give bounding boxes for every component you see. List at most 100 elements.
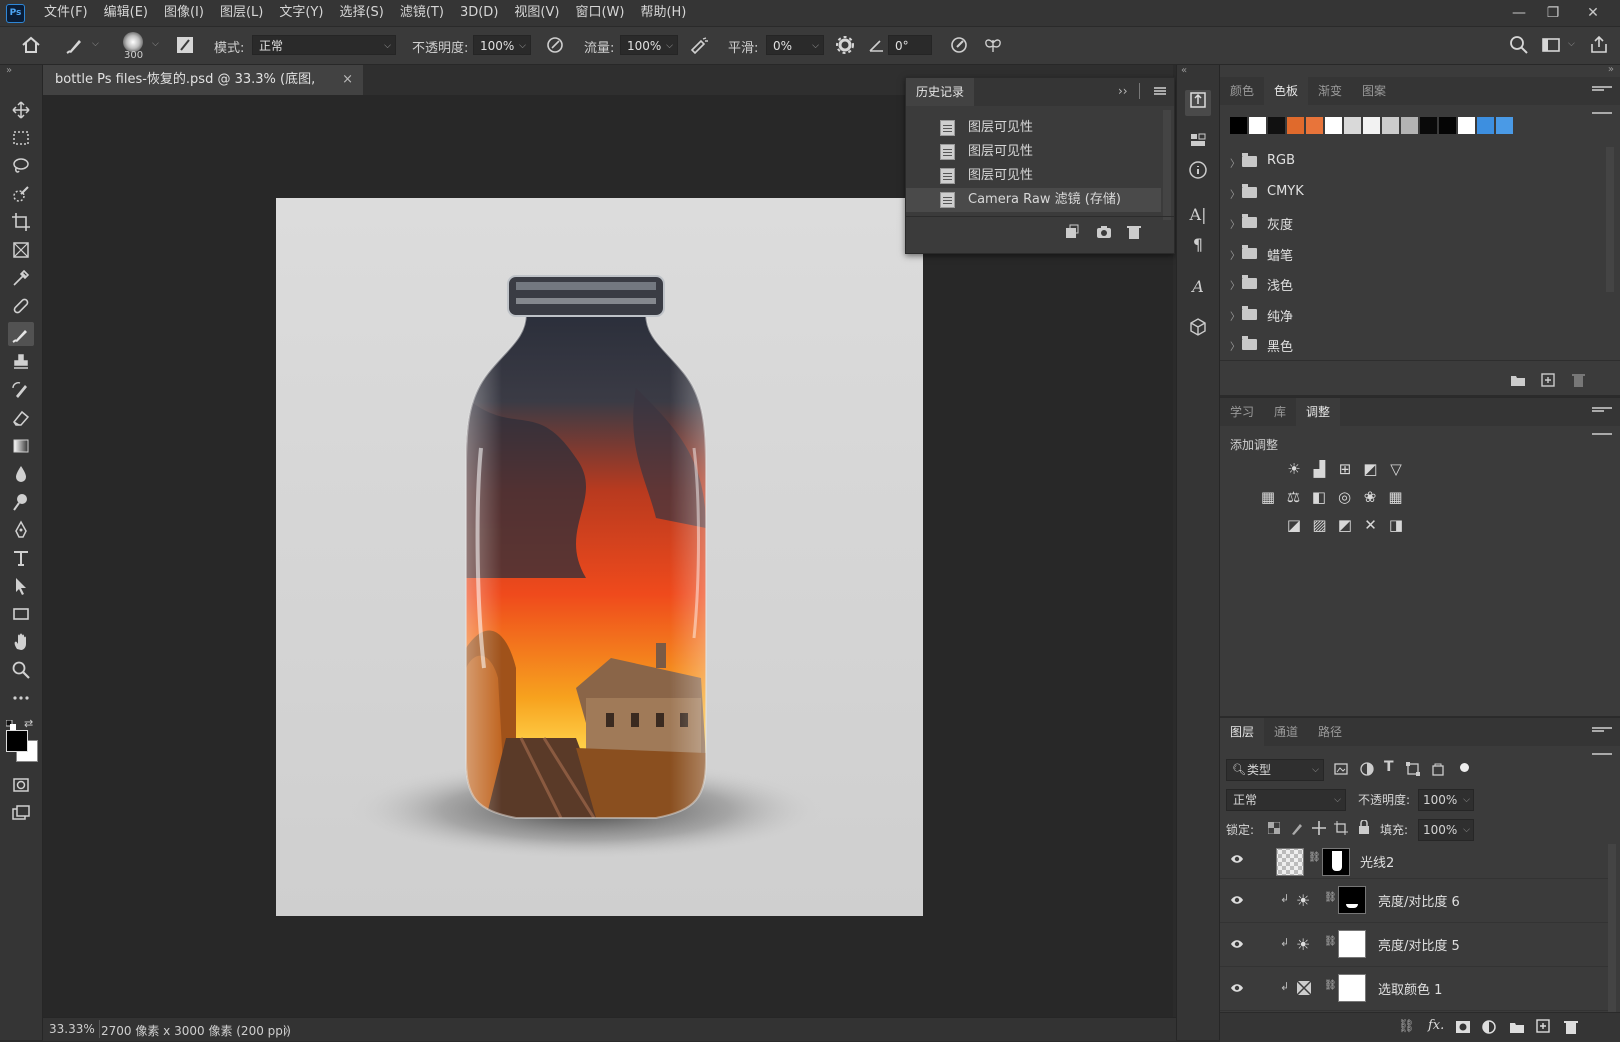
home-icon[interactable] — [20, 34, 42, 56]
new-swatch-icon[interactable] — [1540, 372, 1556, 388]
gear-icon[interactable] — [834, 34, 856, 56]
menu-filter[interactable]: 滤镜(T) — [392, 0, 452, 26]
color-swatch[interactable] — [1477, 117, 1494, 134]
color-swatch[interactable] — [1325, 117, 1342, 134]
menu-window[interactable]: 窗口(W) — [567, 0, 632, 26]
color-swatch[interactable] — [1230, 117, 1247, 134]
visibility-eye-icon[interactable] — [1230, 937, 1244, 951]
swap-colors-icon[interactable]: ⇄ — [24, 717, 33, 730]
path-selection-tool-icon[interactable] — [8, 574, 34, 598]
layer-mask-thumbnail[interactable] — [1338, 974, 1366, 1002]
selective-color-icon[interactable]: ✕ — [1362, 516, 1380, 534]
rectangle-tool-icon[interactable] — [8, 602, 34, 626]
new-layer-icon[interactable] — [1536, 1019, 1550, 1033]
tab-patterns[interactable]: 图案 — [1352, 77, 1396, 105]
new-document-from-state-icon[interactable] — [1064, 224, 1080, 240]
layer-name[interactable]: 亮度/对比度 6 — [1378, 891, 1460, 910]
color-swatch[interactable] — [1420, 117, 1437, 134]
vibrance-icon[interactable]: ▽ — [1387, 460, 1405, 478]
selective-color-icon[interactable] — [1296, 980, 1312, 996]
filter-type-icon[interactable]: T — [1384, 759, 1394, 775]
filter-adjustment-icon[interactable] — [1360, 762, 1374, 776]
layer-name[interactable]: 选取颜色 1 — [1378, 979, 1442, 998]
menu-edit[interactable]: 编辑(E) — [96, 0, 156, 26]
glyphs-panel-icon[interactable]: A — [1185, 274, 1211, 300]
move-tool-icon[interactable] — [8, 98, 34, 122]
trash-icon[interactable] — [1126, 224, 1142, 240]
curves-icon[interactable]: ⊞ — [1336, 460, 1354, 478]
color-swatch[interactable] — [1382, 117, 1399, 134]
3d-cube-icon[interactable] — [1185, 317, 1211, 343]
photo-filter-icon[interactable]: ◎ — [1336, 488, 1354, 506]
screen-mode-icon[interactable] — [8, 801, 34, 825]
lock-position-icon[interactable] — [1312, 821, 1326, 835]
lock-all-icon[interactable] — [1358, 819, 1370, 834]
new-adjustment-layer-icon[interactable] — [1482, 1020, 1496, 1034]
chevron-down-icon[interactable]: ⌵ — [92, 39, 99, 49]
color-swatch[interactable] — [1496, 117, 1513, 134]
panel-menu-icon[interactable] — [1592, 86, 1612, 114]
invert-icon[interactable]: ◪ — [1285, 516, 1303, 534]
exposure-icon[interactable]: ◩ — [1362, 460, 1380, 478]
posterize-icon[interactable]: ▨ — [1311, 516, 1329, 534]
history-state[interactable]: 图层可见性 — [906, 164, 1161, 188]
tab-swatches[interactable]: 色板 — [1264, 77, 1309, 105]
share-icon[interactable] — [1588, 34, 1610, 56]
layer-name[interactable]: 亮度/对比度 5 — [1378, 935, 1460, 954]
tab-color[interactable]: 颜色 — [1220, 77, 1264, 105]
symmetry-butterfly-icon[interactable] — [982, 34, 1004, 56]
swatch-folder-row[interactable]: 〉 CMYK — [1220, 178, 1590, 208]
foreground-color-swatch[interactable] — [6, 730, 28, 752]
hue-saturation-icon[interactable]: ▦ — [1259, 488, 1277, 506]
tab-adjustments[interactable]: 调整 — [1296, 398, 1341, 426]
info-panel-icon[interactable] — [1185, 160, 1211, 186]
search-icon[interactable] — [1508, 34, 1530, 56]
smooth-field[interactable]: 0% ⌵ — [766, 35, 824, 55]
brightness-contrast-icon[interactable]: ☀ — [1296, 891, 1310, 910]
eyedropper-tool-icon[interactable] — [8, 266, 34, 290]
visibility-eye-icon[interactable] — [1230, 893, 1244, 907]
marquee-tool-icon[interactable] — [8, 126, 34, 150]
color-swatch[interactable] — [1287, 117, 1304, 134]
default-colors-icon[interactable] — [5, 719, 16, 730]
more-tools-icon[interactable] — [8, 686, 34, 710]
trash-icon[interactable] — [1564, 1019, 1578, 1035]
flow-field[interactable]: 100% ⌵ — [620, 35, 678, 55]
swatch-folder-row[interactable]: 〉 RGB — [1220, 147, 1590, 177]
layer-row[interactable]: ⛓︎ 光线2 — [1220, 844, 1610, 879]
document-canvas[interactable] — [276, 198, 923, 916]
menu-type[interactable]: 文字(Y) — [271, 0, 331, 26]
chevron-right-icon[interactable]: 〉 — [1230, 186, 1240, 201]
link-layers-icon[interactable]: ⛓︎ — [1398, 1019, 1415, 1034]
chevron-right-icon[interactable]: 〉 — [1230, 277, 1240, 292]
levels-icon[interactable]: ▟ — [1311, 460, 1329, 478]
brush-settings-toggle-icon[interactable] — [174, 34, 196, 56]
brightness-contrast-icon[interactable]: ☀ — [1285, 460, 1303, 478]
color-swatch[interactable] — [1344, 117, 1361, 134]
document-tab[interactable]: bottle Ps files-恢复的.psd @ 33.3% (底图, RGB… — [43, 65, 363, 117]
zoom-level[interactable]: 33.33% — [49, 1022, 95, 1036]
history-panel-icon[interactable] — [1185, 90, 1211, 116]
new-group-folder-icon[interactable] — [1510, 373, 1526, 387]
menu-layer[interactable]: 图层(L) — [212, 0, 271, 26]
swatch-folder-row[interactable]: 〉 纯净 — [1220, 300, 1590, 330]
minimize-button[interactable]: — — [1502, 0, 1536, 26]
chevron-right-icon[interactable]: 〉 — [1230, 308, 1240, 323]
character-panel-icon[interactable]: A| — [1185, 202, 1211, 228]
history-state[interactable]: 图层可见性 — [906, 116, 1161, 140]
history-tab[interactable]: 历史记录 — [906, 78, 975, 106]
restore-button[interactable]: ❐ — [1536, 0, 1570, 26]
filter-toggle-icon[interactable] — [1460, 763, 1469, 772]
crop-tool-icon[interactable] — [8, 210, 34, 234]
swatch-folder-row[interactable]: 〉 浅色 — [1220, 269, 1590, 299]
frame-tool-icon[interactable] — [8, 238, 34, 262]
new-group-folder-icon[interactable] — [1510, 1020, 1524, 1034]
brightness-contrast-icon[interactable]: ☀ — [1296, 935, 1310, 954]
opacity-field[interactable]: 100% ⌵ — [473, 35, 531, 55]
layers-scrollbar[interactable] — [1608, 844, 1616, 1012]
menu-help[interactable]: 帮助(H) — [632, 0, 694, 26]
brush-size-preview-icon[interactable] — [123, 32, 143, 52]
link-icon[interactable]: ⛓︎ — [1324, 980, 1337, 991]
paragraph-panel-icon[interactable]: ¶ — [1185, 232, 1211, 258]
threshold-icon[interactable]: ◩ — [1336, 516, 1354, 534]
